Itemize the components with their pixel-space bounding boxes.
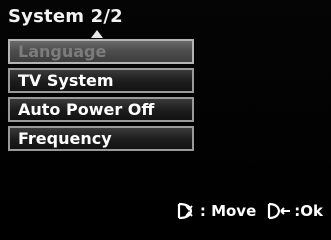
menu-item-auto-power-off[interactable]: Auto Power Off [8, 97, 194, 122]
ok-label: :Ok [294, 202, 323, 220]
camera-menu-screen: System 2/2 Language TV System Auto Power… [0, 0, 331, 226]
ok-hint: :Ok [266, 202, 323, 220]
move-label: : Move [199, 202, 257, 220]
menu-item-frequency[interactable]: Frequency [8, 126, 194, 151]
menu-item-tv-system[interactable]: TV System [8, 68, 194, 93]
page-title: System 2/2 [8, 6, 123, 27]
button-hints: : Move :Ok [176, 202, 323, 220]
scroll-up-arrow-icon[interactable] [91, 30, 103, 38]
system-menu: Language TV System Auto Power Off Freque… [8, 39, 194, 151]
menu-item-label: Auto Power Off [18, 100, 155, 119]
move-hint: : Move [176, 202, 256, 220]
menu-item-label: TV System [18, 71, 114, 90]
dpad-right-icon [266, 202, 292, 220]
menu-item-language[interactable]: Language [8, 39, 194, 64]
menu-item-label: Frequency [18, 129, 112, 148]
dpad-updown-icon [176, 202, 198, 220]
menu-item-label: Language [18, 42, 107, 61]
